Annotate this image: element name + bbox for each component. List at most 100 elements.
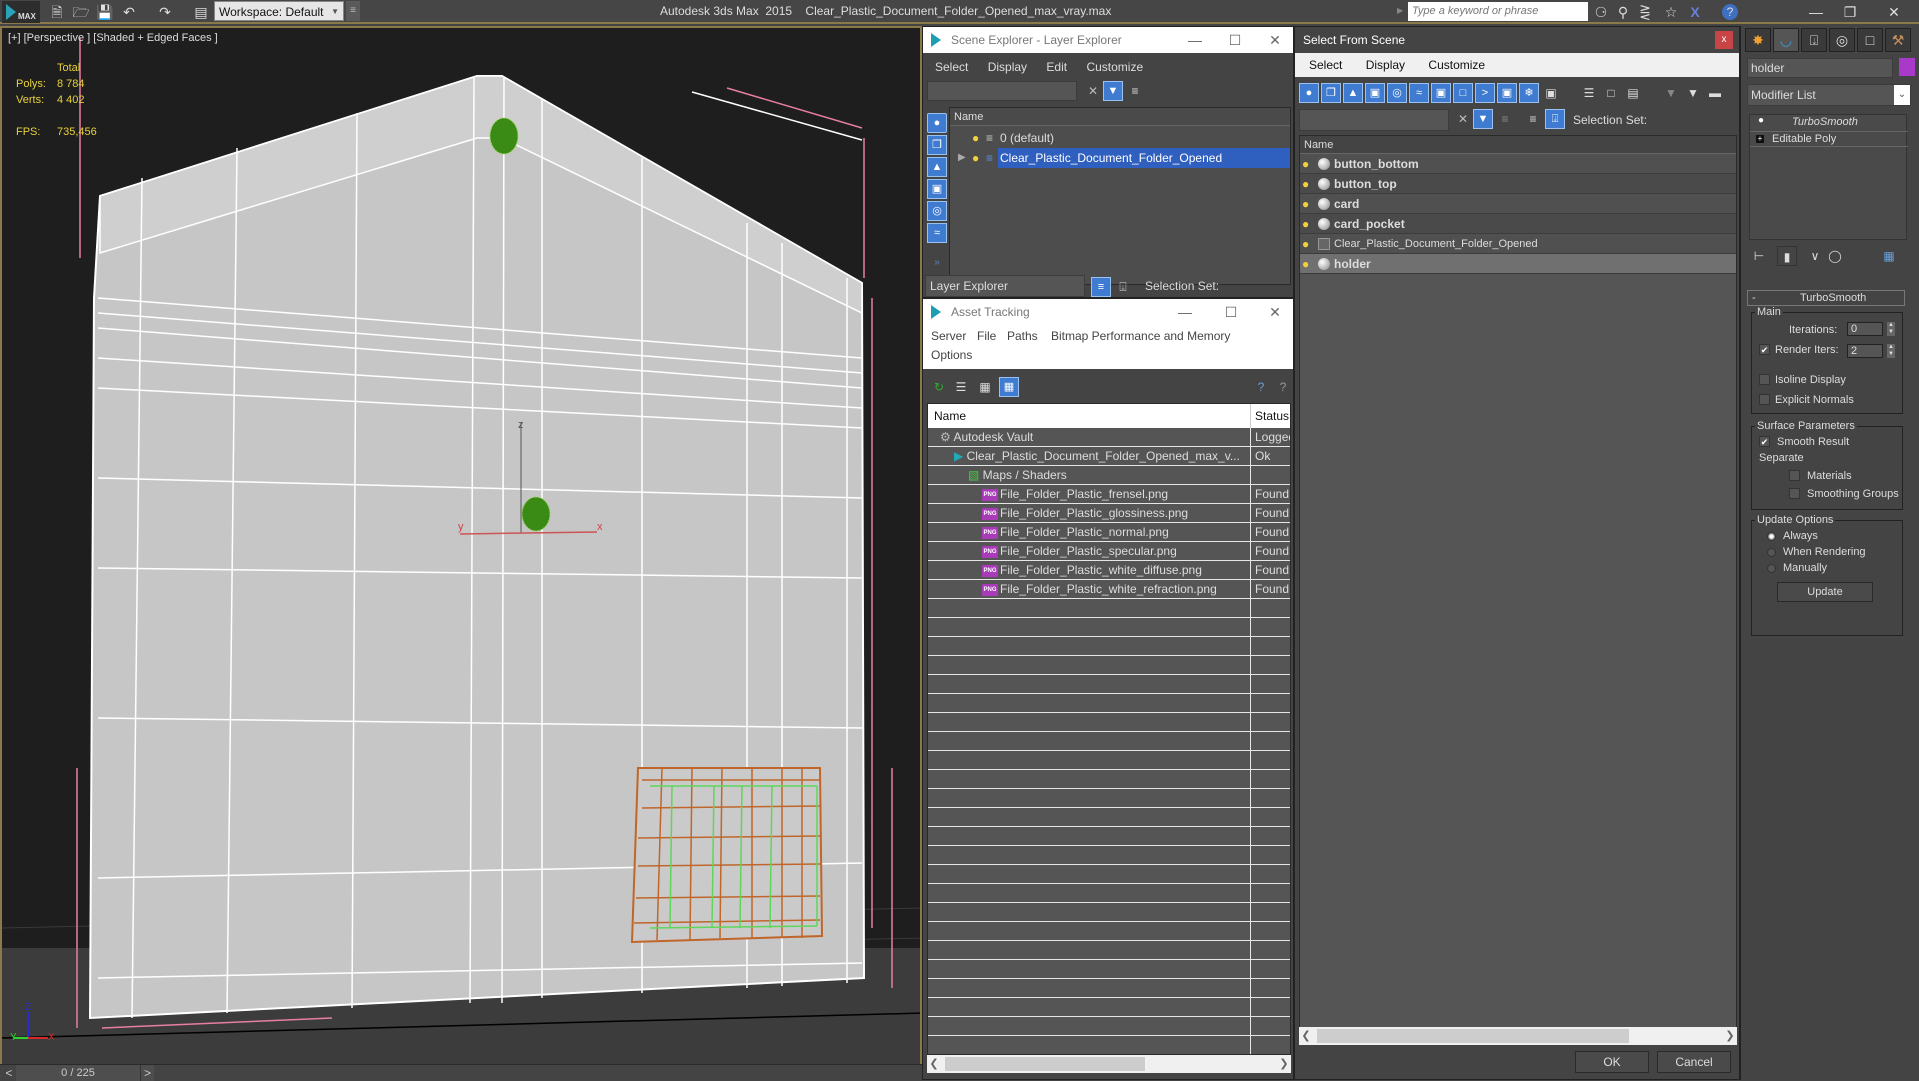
name-column-header[interactable]: Name xyxy=(934,404,966,428)
display-spacewarps-icon[interactable]: ≈ xyxy=(927,223,947,243)
scene-explorer-search-input[interactable] xyxy=(927,81,1077,101)
search-expand-icon[interactable]: ▶ xyxy=(1397,6,1403,15)
light-bulb-icon[interactable]: ● xyxy=(1758,115,1764,126)
menu-customize[interactable]: Customize xyxy=(1086,60,1143,74)
asset-row[interactable]: PNG File_Folder_Plastic_glossiness.png Fou… xyxy=(928,504,1290,523)
table-view-icon[interactable]: ▦ xyxy=(999,377,1019,397)
scrollbar-thumb[interactable] xyxy=(945,1057,1145,1071)
asset-horizontal-scrollbar[interactable]: ❮ ❯ xyxy=(927,1055,1291,1073)
render-iters-spinner-arrows[interactable]: ▲ ▼ xyxy=(1887,344,1895,358)
object-row[interactable]: ● button_bottom xyxy=(1300,154,1736,174)
search-input[interactable]: Type a keyword or phrase xyxy=(1408,2,1588,21)
ok-button[interactable]: OK xyxy=(1575,1051,1649,1073)
expand-toolbar-icon[interactable]: » xyxy=(927,253,947,273)
app-menu-button[interactable]: MAX xyxy=(2,1,40,23)
filter-toggle-icon[interactable]: ▼ xyxy=(1473,109,1493,129)
menu-bitmap-performance[interactable]: Bitmap Performance and Memory xyxy=(1051,329,1230,343)
pin-stack-icon[interactable]: ⊢ xyxy=(1749,246,1769,266)
clear-search-icon[interactable]: ✕ xyxy=(1083,81,1103,101)
frame-counter[interactable]: 0 / 225 xyxy=(16,1065,140,1081)
help-icon[interactable]: ? xyxy=(1251,377,1271,397)
modifier-list-dropdown[interactable]: Modifier List ⌄ xyxy=(1747,84,1911,106)
close-button[interactable]: x xyxy=(1715,31,1733,49)
explicit-normals-checkbox[interactable] xyxy=(1759,394,1770,405)
menu-edit[interactable]: Edit xyxy=(1046,60,1067,74)
minimize-button[interactable]: — xyxy=(1173,299,1197,325)
scroll-left-icon[interactable]: ❮ xyxy=(927,1055,941,1073)
display-shapes-icon[interactable]: ❐ xyxy=(1321,83,1341,103)
object-row[interactable]: ● card_pocket xyxy=(1300,214,1736,234)
light-bulb-icon[interactable]: ● xyxy=(1302,237,1312,251)
menu-select[interactable]: Select xyxy=(1309,58,1342,72)
asset-row[interactable]: PNG File_Folder_Plastic_white_refraction.… xyxy=(928,580,1290,599)
binoculars-icon[interactable]: ⚆ xyxy=(1592,3,1610,21)
asset-row[interactable]: ▧ Maps / Shaders xyxy=(928,466,1290,485)
scroll-right-icon[interactable]: ❯ xyxy=(1723,1027,1737,1045)
asset-row[interactable]: PNG File_Folder_Plastic_normal.png Found xyxy=(928,523,1290,542)
menu-file[interactable]: File xyxy=(977,329,996,343)
explorer-type-dropdown[interactable]: Layer Explorer ▼ xyxy=(925,275,1100,297)
expand-plus-icon[interactable]: + xyxy=(1756,135,1764,143)
minimize-button[interactable]: — xyxy=(1183,27,1207,53)
light-bulb-icon[interactable]: ● xyxy=(1302,197,1312,211)
layer-mode-icon[interactable]: ≡ xyxy=(1523,109,1543,129)
hierarchy-mode-icon[interactable]: ⍗ xyxy=(1113,277,1133,297)
filter-options-icon[interactable]: ▼ xyxy=(1683,83,1703,103)
display-helpers-icon[interactable]: ◎ xyxy=(927,201,947,221)
menu-display[interactable]: Display xyxy=(988,60,1027,74)
next-frame-button[interactable]: > xyxy=(140,1065,154,1081)
scroll-left-icon[interactable]: ❮ xyxy=(1299,1027,1313,1045)
close-button[interactable]: ✕ xyxy=(1874,2,1914,22)
modify-tab-icon[interactable]: ◡ xyxy=(1773,28,1799,52)
light-bulb-icon[interactable]: ● xyxy=(972,131,982,145)
display-groups-icon[interactable]: ▣ xyxy=(1431,83,1451,103)
asset-row[interactable]: PNG File_Folder_Plastic_specular.png Found xyxy=(928,542,1290,561)
hierarchy-tab-icon[interactable]: ⍗ xyxy=(1801,28,1827,52)
tree-view-icon[interactable]: ▦ xyxy=(975,377,995,397)
display-frozen-icon[interactable]: ❄ xyxy=(1519,83,1539,103)
update-always-radio[interactable] xyxy=(1767,532,1776,541)
select-invert-icon[interactable]: ▤ xyxy=(1623,83,1643,103)
utilities-tab-icon[interactable]: ⚒ xyxy=(1885,28,1911,52)
display-spacewarps-icon[interactable]: ≈ xyxy=(1409,83,1429,103)
layer-row-selected[interactable]: ▶ ● ≡ Clear_Plastic_Document_Folder_Open… xyxy=(950,148,1290,168)
update-manually-radio[interactable] xyxy=(1767,564,1776,573)
smoothing-groups-checkbox[interactable] xyxy=(1789,488,1800,499)
filter-icon[interactable]: ▼ xyxy=(1103,81,1123,101)
display-hidden-icon[interactable]: ▣ xyxy=(1541,83,1561,103)
time-slider[interactable]: < 0 / 225 > xyxy=(0,1064,922,1081)
select-all-icon[interactable]: ☰ xyxy=(1579,83,1599,103)
scrollbar-thumb[interactable] xyxy=(1317,1029,1629,1043)
key-icon[interactable]: ⚲ xyxy=(1614,3,1632,21)
list-view-icon[interactable]: ☰ xyxy=(951,377,971,397)
object-row[interactable]: ● button_top xyxy=(1300,174,1736,194)
make-unique-icon[interactable]: ∨ xyxy=(1805,246,1825,266)
help-icon[interactable]: ? xyxy=(1722,4,1738,20)
hierarchy-mode-icon[interactable]: ⍗ xyxy=(1545,109,1565,129)
show-end-result-icon[interactable]: ▮ xyxy=(1777,246,1797,266)
save-icon[interactable]: 💾 xyxy=(96,3,114,21)
maximize-button[interactable]: ☐ xyxy=(1223,27,1247,53)
object-list-horizontal-scrollbar[interactable]: ❮ ❯ xyxy=(1299,1027,1737,1045)
update-when-rendering-radio[interactable] xyxy=(1767,548,1776,557)
display-lights-icon[interactable]: ▲ xyxy=(1343,83,1363,103)
clear-search-icon[interactable]: ✕ xyxy=(1453,109,1473,129)
restore-button[interactable]: ❐ xyxy=(1830,2,1870,22)
layer-explorer-mode-icon[interactable]: ≡ xyxy=(1091,277,1111,297)
menu-display[interactable]: Display xyxy=(1366,58,1405,72)
asset-row[interactable]: ▶ Clear_Plastic_Document_Folder_Opened_m… xyxy=(928,447,1290,466)
create-tab-icon[interactable]: ✸ xyxy=(1745,28,1771,52)
display-containers-icon[interactable]: ▣ xyxy=(1497,83,1517,103)
modifier-stack-item[interactable]: ● TurboSmooth xyxy=(1750,115,1908,131)
help-disabled-icon[interactable]: ? xyxy=(1273,377,1293,397)
viewport-label-menu[interactable]: [+] [Perspective ] [Shaded + Edged Faces… xyxy=(8,32,218,44)
refresh-icon[interactable]: ↻ xyxy=(929,377,949,397)
menu-select[interactable]: Select xyxy=(935,60,968,74)
project-folder-icon[interactable]: ▤ xyxy=(192,3,210,21)
display-bones-icon[interactable]: > xyxy=(1475,83,1495,103)
object-row[interactable]: ● Clear_Plastic_Document_Folder_Opened xyxy=(1300,234,1736,254)
scroll-right-icon[interactable]: ❯ xyxy=(1277,1055,1291,1073)
select-none-icon[interactable]: □ xyxy=(1601,83,1621,103)
toolbar-options-icon[interactable]: ▬ xyxy=(1705,83,1725,103)
light-bulb-icon[interactable]: ● xyxy=(1302,257,1312,271)
